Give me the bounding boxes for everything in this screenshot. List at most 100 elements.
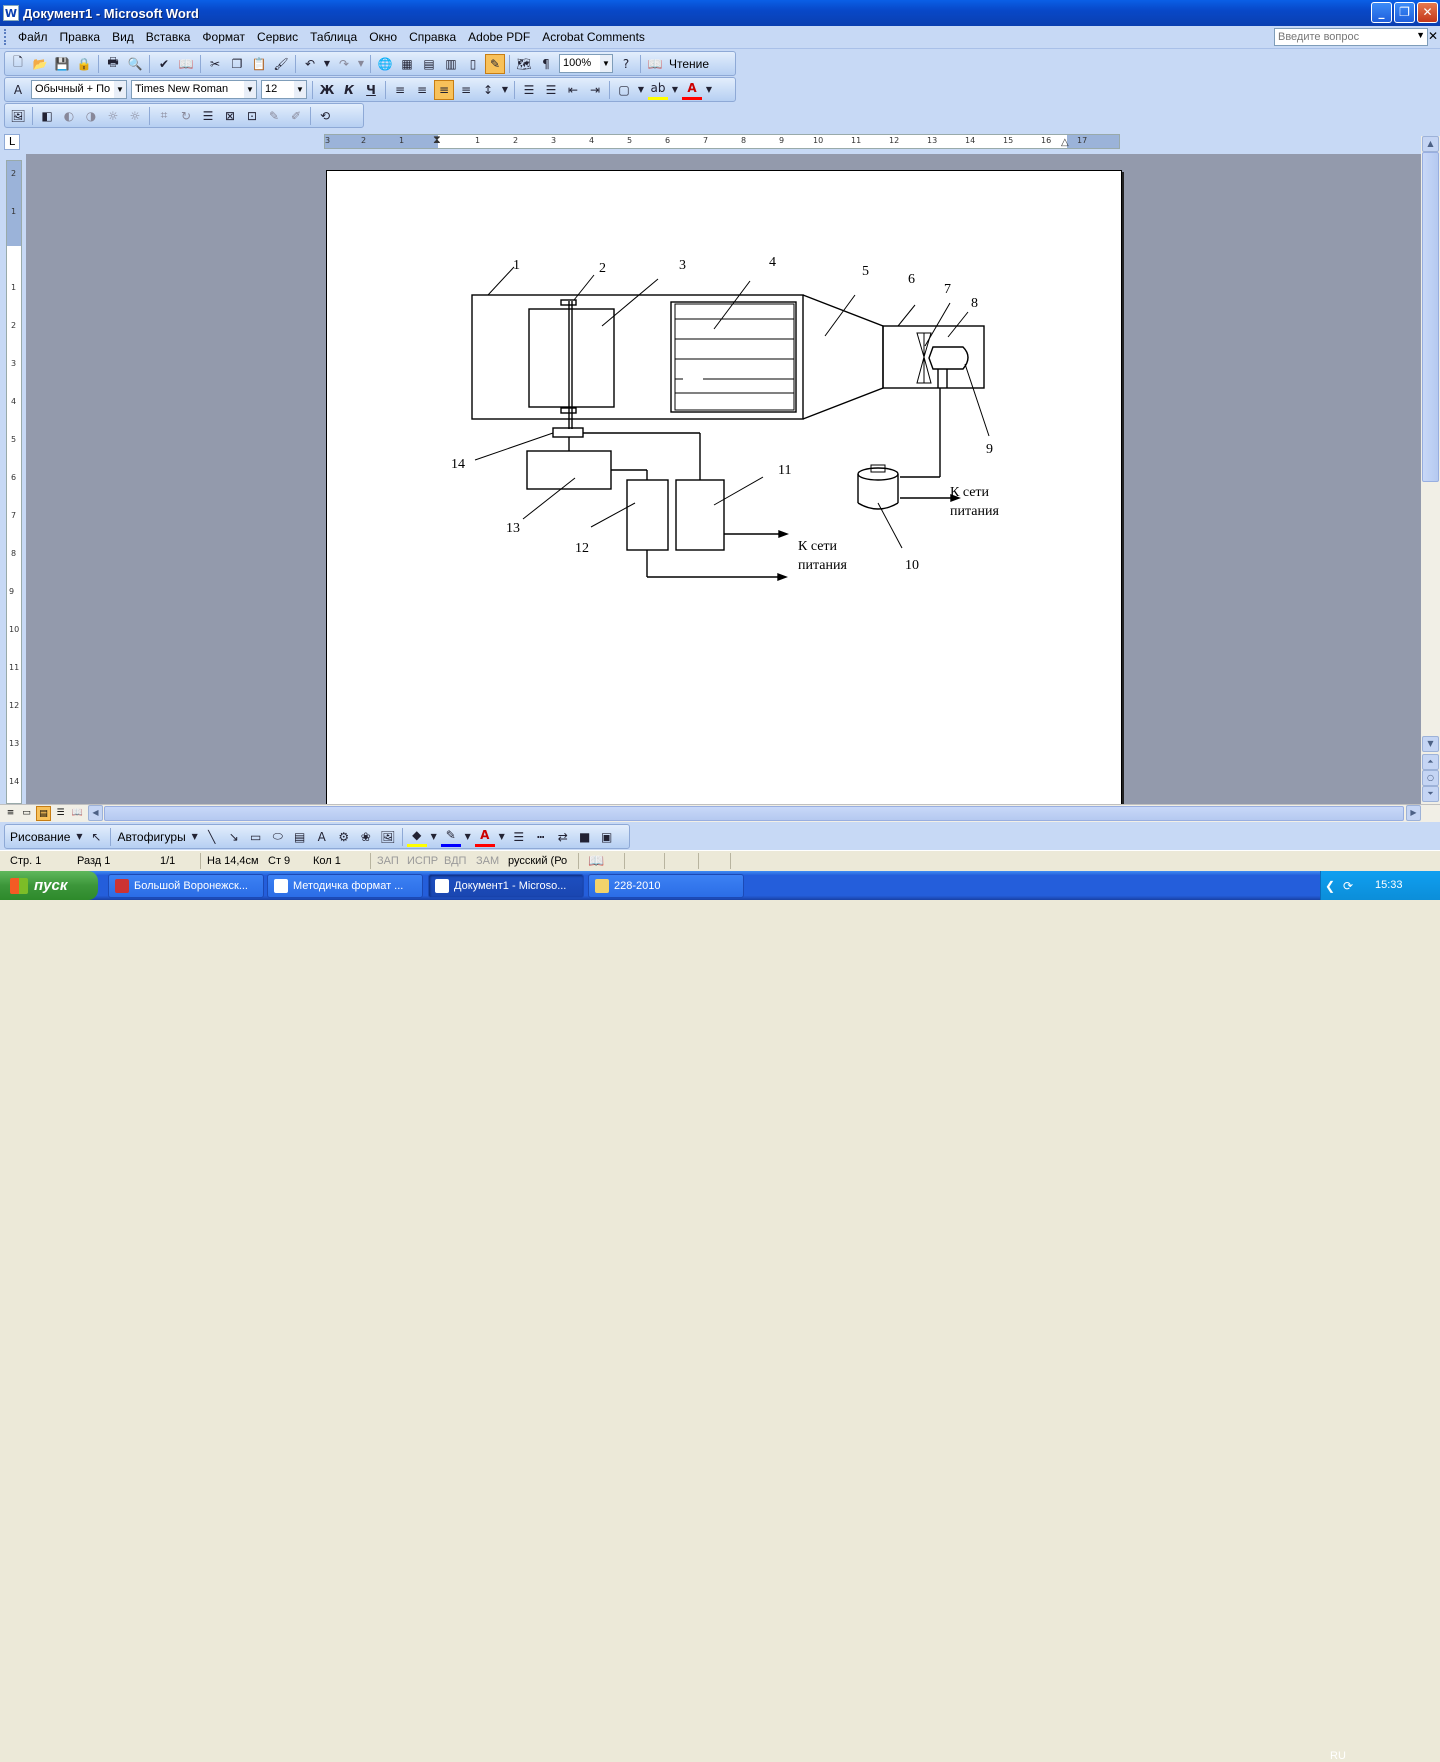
vertical-scroll-thumb[interactable] [1422,152,1439,482]
arrow-tool-icon[interactable]: ↘ [224,827,244,847]
highlight-icon[interactable]: ab [648,80,668,100]
less-contrast-icon[interactable]: ◑ [81,106,101,126]
autoshapes-dropdown-icon[interactable]: ▼ [190,827,200,847]
text-wrapping-icon[interactable]: ⊡ [242,106,262,126]
select-objects-icon[interactable]: ↖ [86,827,106,847]
shadow-icon[interactable]: ■ [575,827,595,847]
copy-icon[interactable]: ❐ [227,54,247,74]
menu-grip[interactable] [4,29,7,45]
increase-indent-icon[interactable]: ⇥ [585,80,605,100]
compress-icon[interactable]: ⊠ [220,106,240,126]
paste-icon[interactable]: 📋 [249,54,269,74]
reset-picture-icon[interactable]: ⟲ [315,106,335,126]
scroll-left-icon[interactable]: ◀ [88,805,103,821]
insert-excel-icon[interactable]: ▥ [441,54,461,74]
menu-view[interactable]: Вид [106,28,140,46]
help-dropdown-icon[interactable]: ▼ [1416,30,1425,40]
font-dropdown-icon[interactable]: ▼ [244,81,256,98]
browse-object-icon[interactable]: ○ [1422,770,1439,786]
diagram-icon[interactable]: ⚙ [334,827,354,847]
more-brightness-icon[interactable]: ☼ [103,106,123,126]
next-page-icon[interactable]: ⏷ [1422,786,1439,802]
horizontal-ruler[interactable]: 3 2 1 1 2 3 4 5 6 7 8 9 10 11 12 13 14 1… [324,133,1120,149]
show-formatting-icon[interactable]: ¶ [536,54,556,74]
scroll-right-icon[interactable]: ▶ [1406,805,1421,821]
menu-adobe-pdf[interactable]: Adobe PDF [462,28,536,46]
status-track[interactable]: ИСПР [407,855,438,867]
taskbar-item-browser[interactable]: Большой Воронежск... [108,874,264,898]
redo-icon[interactable]: ↷ [334,54,354,74]
status-overtype[interactable]: ЗАМ [476,855,499,867]
borders-dropdown-icon[interactable]: ▼ [636,80,646,100]
font-color-dropdown-icon[interactable]: ▼ [704,80,714,100]
align-center-icon[interactable]: ≡ [412,80,432,100]
research-icon[interactable]: 📖 [176,54,196,74]
menu-help[interactable]: Справка [403,28,462,46]
set-transparent-icon[interactable]: ✐ [286,106,306,126]
read-button-label[interactable]: Чтение [669,57,709,71]
columns-icon[interactable]: ▯ [463,54,483,74]
picture-icon[interactable]: 🖼 [378,827,398,847]
fill-dropdown-icon[interactable]: ▼ [429,827,439,847]
numbering-icon[interactable]: ☰ [519,80,539,100]
menu-window[interactable]: Окно [363,28,403,46]
font-color-icon[interactable]: A [682,80,702,100]
more-contrast-icon[interactable]: ◐ [59,106,79,126]
format-picture-icon[interactable]: ✎ [264,106,284,126]
normal-view-icon[interactable]: ≡ [3,806,18,821]
menu-acrobat-comments[interactable]: Acrobat Comments [536,28,651,46]
scroll-up-icon[interactable]: ▲ [1422,136,1439,152]
dash-style-icon[interactable]: ┅ [531,827,551,847]
cut-icon[interactable]: ✂ [205,54,225,74]
minimize-button[interactable]: _ [1371,2,1392,23]
menu-edit[interactable]: Правка [54,28,107,46]
draw-menu[interactable]: Рисование [10,830,70,844]
drawing-toggle-icon[interactable]: ✎ [485,53,505,74]
undo-dropdown-icon[interactable]: ▼ [322,54,332,74]
spelling-icon[interactable]: ✔ [154,54,174,74]
read-icon[interactable]: 📖 [645,54,665,74]
autoshapes-menu[interactable]: Автофигуры [117,830,185,844]
spelling-status-icon[interactable]: 📖 [588,853,604,869]
status-record[interactable]: ЗАП [377,855,399,867]
color-icon[interactable]: ◧ [37,106,57,126]
bullets-icon[interactable]: ☰ [541,80,561,100]
line-style-icon[interactable]: ☰ [509,827,529,847]
tab-selector-icon[interactable]: L [4,134,20,150]
draw-dropdown-icon[interactable]: ▼ [74,827,84,847]
horizontal-scroll-thumb[interactable] [104,806,1404,821]
align-right-icon[interactable]: ≡ [434,79,454,100]
hyperlink-icon[interactable]: 🌐 [375,54,395,74]
redo-dropdown-icon[interactable]: ▼ [356,54,366,74]
document-map-icon[interactable]: 🗺 [514,54,534,74]
network-icon[interactable]: ⟳ [1343,879,1353,893]
start-button[interactable]: пуск [0,871,98,900]
installation-diagram[interactable]: 1 2 3 4 5 6 7 8 9 10 11 12 13 14 К сети … [327,171,1123,806]
menu-table[interactable]: Таблица [304,28,363,46]
menu-insert[interactable]: Вставка [140,28,197,46]
permission-icon[interactable]: 🔒 [74,54,94,74]
italic-button[interactable]: К [339,80,359,100]
menu-tools[interactable]: Сервис [251,28,304,46]
new-document-icon[interactable]: 🗋 [8,54,28,74]
reading-view-icon[interactable]: 📖 [70,806,85,821]
right-indent-marker-icon[interactable]: △ [1061,137,1069,148]
restore-button[interactable]: ❐ [1394,2,1415,23]
taskbar-item-document1[interactable]: Документ1 - Microso... [428,874,584,898]
line-color-icon[interactable]: ✎ [440,827,461,847]
textbox-tool-icon[interactable]: ▤ [290,827,310,847]
oval-tool-icon[interactable]: ⬭ [268,827,288,847]
align-left-icon[interactable]: ≡ [390,80,410,100]
decrease-indent-icon[interactable]: ⇤ [563,80,583,100]
zoom-select[interactable]: 100% ▼ [559,54,613,73]
insert-table-icon[interactable]: ▤ [419,54,439,74]
justify-icon[interactable]: ≡ [456,80,476,100]
outline-view-icon[interactable]: ☰ [53,806,68,821]
previous-page-icon[interactable]: ⏶ [1422,754,1439,770]
rectangle-tool-icon[interactable]: ▭ [246,827,266,847]
underline-button[interactable]: Ч [361,80,381,100]
less-brightness-icon[interactable]: ☼ [125,106,145,126]
line-spacing-dropdown-icon[interactable]: ▼ [500,80,510,100]
open-folder-icon[interactable]: 📂 [30,54,50,74]
zoom-dropdown-icon[interactable]: ▼ [600,55,612,72]
